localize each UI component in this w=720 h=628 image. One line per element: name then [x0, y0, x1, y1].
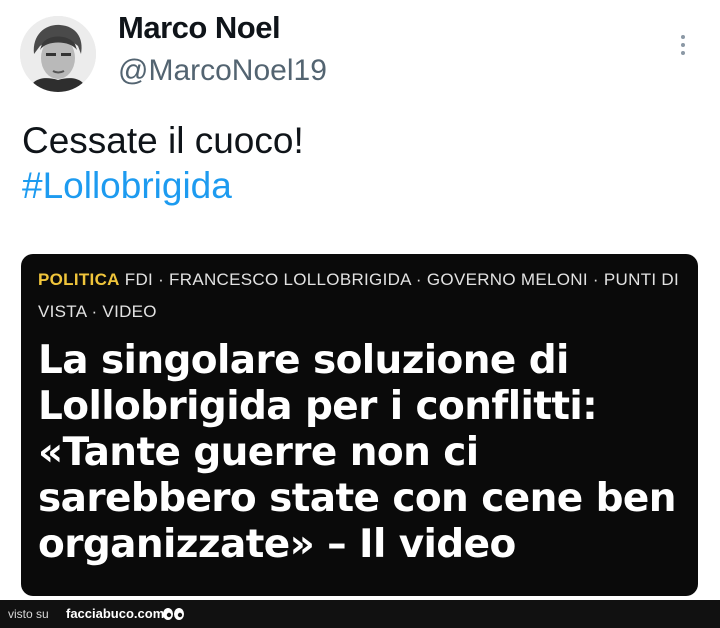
- more-vertical-icon: [681, 35, 685, 39]
- tweet-body: Cessate il cuoco!: [22, 120, 304, 161]
- article-preview-card[interactable]: POLITICA FDI · FRANCESCO LOLLOBRIGIDA · …: [21, 254, 698, 596]
- tweet: Marco Noel @MarcoNoel19 Cessate il cuoco…: [0, 0, 720, 600]
- profile-photo: [20, 16, 96, 92]
- more-vertical-icon-dot: [681, 51, 685, 55]
- user-handle[interactable]: @MarcoNoel19: [118, 54, 327, 88]
- watermark-site: facciabuco.com: [66, 606, 165, 621]
- more-options-button[interactable]: [672, 30, 694, 60]
- article-headline[interactable]: La singolare soluzione di Lollobrigida p…: [38, 338, 698, 568]
- tweet-text: Cessate il cuoco! #Lollobrigida: [22, 118, 304, 208]
- avatar[interactable]: [20, 16, 96, 92]
- article-tag-list[interactable]: FDI · FRANCESCO LOLLOBRIGIDA · GOVERNO M…: [38, 270, 679, 321]
- watermark-prefix: visto su: [8, 607, 49, 621]
- article-tags: POLITICA FDI · FRANCESCO LOLLOBRIGIDA · …: [38, 264, 688, 328]
- article-category[interactable]: POLITICA: [38, 270, 120, 289]
- watermark-bar: visto su facciabuco.com: [0, 600, 720, 628]
- more-vertical-icon-dot: [681, 43, 685, 47]
- display-name[interactable]: Marco Noel: [118, 10, 281, 46]
- hashtag-link[interactable]: #Lollobrigida: [22, 163, 304, 208]
- eyes-icon: [163, 608, 184, 620]
